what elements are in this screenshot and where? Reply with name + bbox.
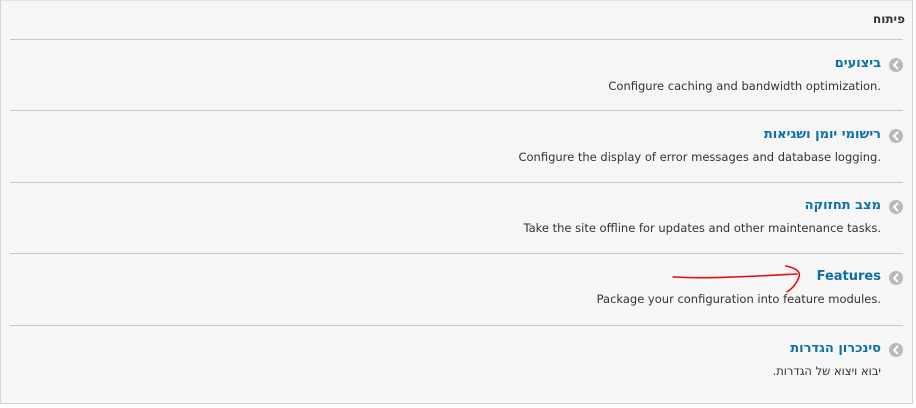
logging-errors-link[interactable]: רישומי יומן ושגיאות — [764, 127, 881, 142]
admin-item-logging: רישומי יומן ושגיאות Configure the displa… — [1, 127, 912, 187]
chevron-left-icon — [889, 271, 903, 285]
admin-item-maintenance: מצב תחזוקה Take the site offline for upd… — [1, 198, 912, 258]
performance-link[interactable]: ביצועים — [835, 56, 881, 71]
features-link[interactable]: Features — [817, 269, 881, 284]
divider — [10, 110, 903, 111]
divider — [10, 325, 903, 326]
divider — [10, 253, 903, 254]
chevron-left-icon — [889, 58, 903, 72]
chevron-left-icon — [889, 343, 903, 357]
item-description: יבוא ויצוא של הגדרות. — [772, 364, 881, 378]
maintenance-mode-link[interactable]: מצב תחזוקה — [805, 198, 881, 213]
chevron-left-icon — [889, 129, 903, 143]
divider — [10, 39, 903, 40]
development-panel: פיתוח ביצועים Configure caching and band… — [0, 0, 913, 404]
red-arrow-annotation — [672, 265, 801, 293]
admin-item-config-sync: סינכרון הגדרות יבוא ויצוא של הגדרות. — [1, 341, 912, 401]
item-description: Take the site offline for updates and ot… — [523, 221, 881, 235]
config-sync-link[interactable]: סינכרון הגדרות — [790, 341, 881, 356]
divider — [10, 182, 903, 183]
panel-title: פיתוח — [873, 12, 905, 26]
chevron-left-icon — [889, 200, 903, 214]
admin-item-performance: ביצועים Configure caching and bandwidth … — [1, 56, 912, 116]
item-description: Configure caching and bandwidth optimiza… — [608, 79, 881, 93]
item-description: Configure the display of error messages … — [518, 150, 881, 164]
